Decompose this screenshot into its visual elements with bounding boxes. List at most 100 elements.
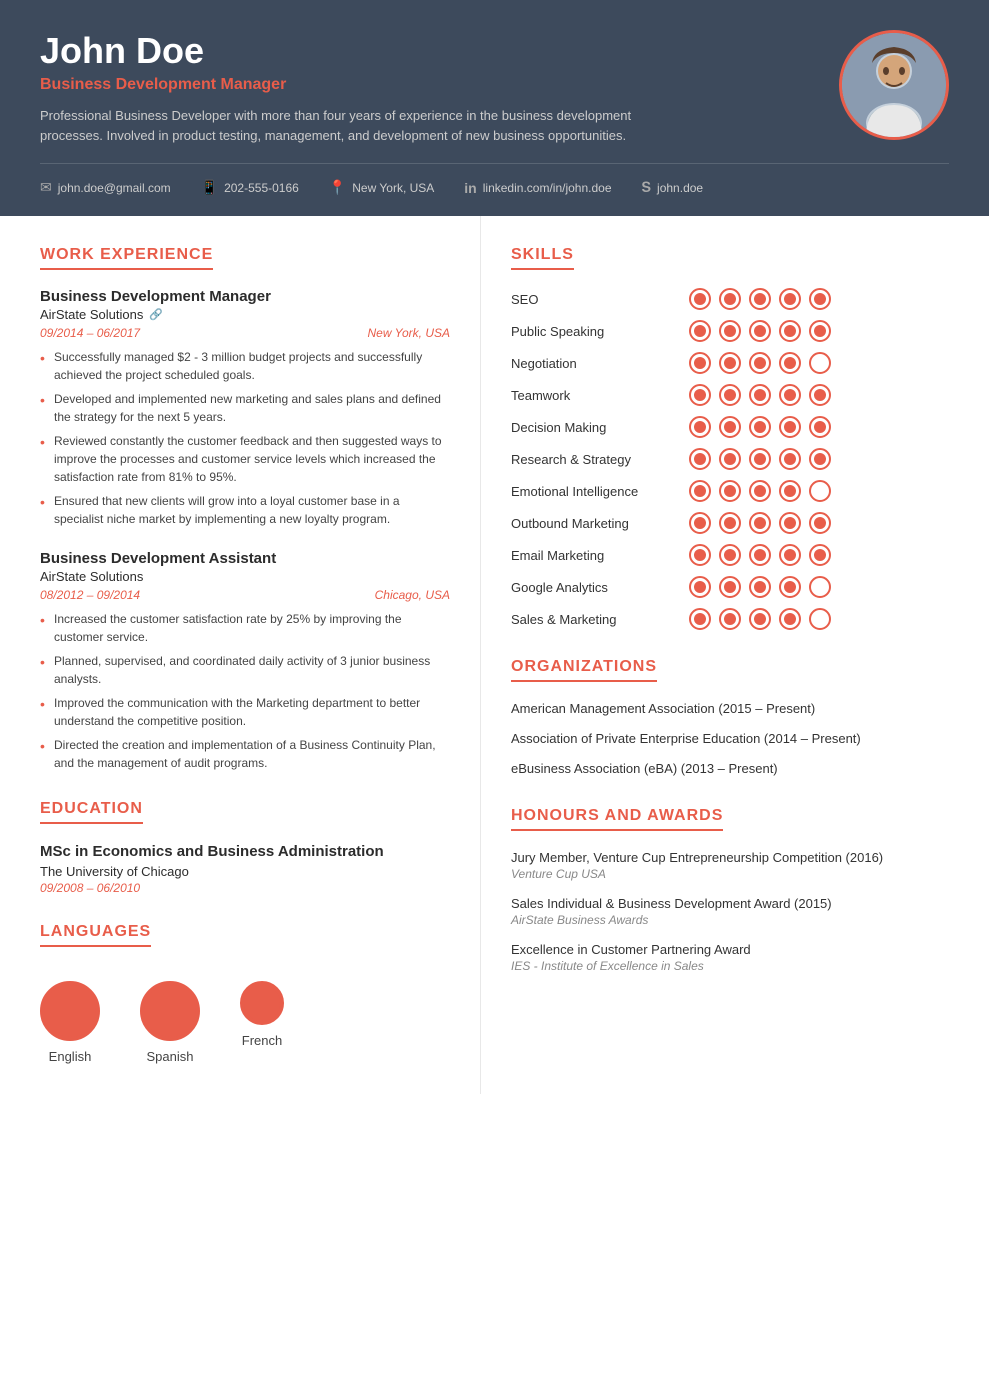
skill-dot-filled: [689, 480, 711, 502]
skill-name: SEO: [511, 292, 681, 307]
language-circle: [140, 981, 200, 1041]
skill-dot-filled: [749, 576, 771, 598]
skill-dots: [689, 448, 831, 470]
date-location: 09/2014 – 06/2017 New York, USA: [40, 326, 450, 340]
skill-dot-filled: [809, 320, 831, 342]
edu-dates: 09/2008 – 06/2010: [40, 881, 450, 895]
contact-email: ✉ john.doe@gmail.com: [40, 179, 171, 196]
skill-dot-filled: [749, 288, 771, 310]
bullet-item: Directed the creation and implementation…: [40, 736, 450, 772]
skill-dots: [689, 576, 831, 598]
education-section: EDUCATION MSc in Economics and Business …: [40, 800, 450, 895]
contact-linkedin: in linkedin.com/in/john.doe: [464, 180, 611, 196]
contact-phone: 📱 202-555-0166: [201, 179, 299, 196]
skill-name: Decision Making: [511, 420, 681, 435]
linkedin-icon: in: [464, 180, 476, 196]
skill-row: Email Marketing: [511, 544, 949, 566]
skill-dot-empty: [809, 352, 831, 374]
work-experience-section: WORK EXPERIENCE Business Development Man…: [40, 246, 450, 772]
skill-row: Public Speaking: [511, 320, 949, 342]
bullet-item: Ensured that new clients will grow into …: [40, 492, 450, 528]
skill-dot-filled: [779, 608, 801, 630]
skill-row: Teamwork: [511, 384, 949, 406]
award-title: Jury Member, Venture Cup Entrepreneurshi…: [511, 849, 949, 867]
skill-dot-filled: [719, 544, 741, 566]
skill-dots: [689, 320, 831, 342]
avatar: [839, 30, 949, 140]
org-item: American Management Association (2015 – …: [511, 700, 949, 718]
skill-dot-filled: [719, 576, 741, 598]
award-item: Excellence in Customer Partnering Award …: [511, 941, 949, 973]
skill-dot-empty: [809, 480, 831, 502]
email-icon: ✉: [40, 179, 52, 196]
header-section: John Doe Business Development Manager Pr…: [0, 0, 989, 216]
skills-title: SKILLS: [511, 246, 574, 270]
skill-dot-filled: [719, 416, 741, 438]
skill-dot-filled: [719, 608, 741, 630]
skill-dot-filled: [779, 416, 801, 438]
skill-row: SEO: [511, 288, 949, 310]
job-location: New York, USA: [368, 326, 450, 340]
bullet-item: Successfully managed $2 - 3 million budg…: [40, 348, 450, 384]
skill-dot-filled: [689, 448, 711, 470]
skill-name: Google Analytics: [511, 580, 681, 595]
honours-title: HONOURS AND AWARDS: [511, 807, 723, 831]
skill-name: Outbound Marketing: [511, 516, 681, 531]
bullet-list: Successfully managed $2 - 3 million budg…: [40, 348, 450, 528]
candidate-name: John Doe: [40, 30, 640, 72]
skill-dots: [689, 384, 831, 406]
language-circle: [40, 981, 100, 1041]
company-line: AirState Solutions 🔗: [40, 307, 450, 322]
skill-dot-filled: [719, 288, 741, 310]
resume-container: John Doe Business Development Manager Pr…: [0, 0, 989, 1400]
award-source: IES - Institute of Excellence in Sales: [511, 959, 949, 973]
bullet-item: Planned, supervised, and coordinated dai…: [40, 652, 450, 688]
skill-dot-filled: [719, 512, 741, 534]
skill-dot-filled: [779, 544, 801, 566]
languages-section: LANGUAGES English Spanish French: [40, 923, 450, 1064]
award-item: Jury Member, Venture Cup Entrepreneurshi…: [511, 849, 949, 881]
skill-dot-filled: [689, 544, 711, 566]
skill-dot-filled: [779, 512, 801, 534]
skill-dot-filled: [689, 576, 711, 598]
skill-dot-empty: [809, 576, 831, 598]
skill-dot-filled: [779, 384, 801, 406]
skill-dot-filled: [749, 480, 771, 502]
skill-dots: [689, 288, 831, 310]
skill-dot-filled: [689, 352, 711, 374]
skill-dot-filled: [689, 512, 711, 534]
skill-row: Google Analytics: [511, 576, 949, 598]
language-circle: [240, 981, 284, 1025]
skill-dots: [689, 608, 831, 630]
language-item: French: [240, 981, 284, 1064]
skill-dots: [689, 480, 831, 502]
skill-dot-filled: [809, 544, 831, 566]
skills-list: SEO Public Speaking Negotiation Teamwork…: [511, 288, 949, 630]
skill-dot-filled: [749, 448, 771, 470]
skill-dot-filled: [689, 320, 711, 342]
location-icon: 📍: [329, 179, 346, 196]
contact-bar: ✉ john.doe@gmail.com 📱 202-555-0166 📍 Ne…: [40, 163, 949, 196]
date-location: 08/2012 – 09/2014 Chicago, USA: [40, 588, 450, 602]
skill-dot-filled: [779, 480, 801, 502]
edu-degree: MSc in Economics and Business Administra…: [40, 842, 450, 862]
job-block: Business Development Assistant AirState …: [40, 550, 450, 772]
skill-name: Email Marketing: [511, 548, 681, 563]
jobs-list: Business Development Manager AirState So…: [40, 288, 450, 772]
skill-row: Decision Making: [511, 416, 949, 438]
skill-dot-filled: [749, 512, 771, 534]
skill-dot-filled: [689, 384, 711, 406]
organizations-list: American Management Association (2015 – …: [511, 700, 949, 779]
award-title: Sales Individual & Business Development …: [511, 895, 949, 913]
skill-dot-filled: [779, 576, 801, 598]
languages-list: English Spanish French: [40, 981, 450, 1064]
bullet-item: Developed and implemented new marketing …: [40, 390, 450, 426]
avatar-image: [842, 33, 946, 137]
skill-dot-filled: [809, 416, 831, 438]
contact-skype: 𝐒 john.doe: [642, 179, 704, 196]
job-title-text: Business Development Manager: [40, 288, 450, 305]
education-block: MSc in Economics and Business Administra…: [40, 842, 450, 895]
honours-section: HONOURS AND AWARDS Jury Member, Venture …: [511, 807, 949, 974]
bullet-item: Improved the communication with the Mark…: [40, 694, 450, 730]
skill-dot-filled: [779, 288, 801, 310]
